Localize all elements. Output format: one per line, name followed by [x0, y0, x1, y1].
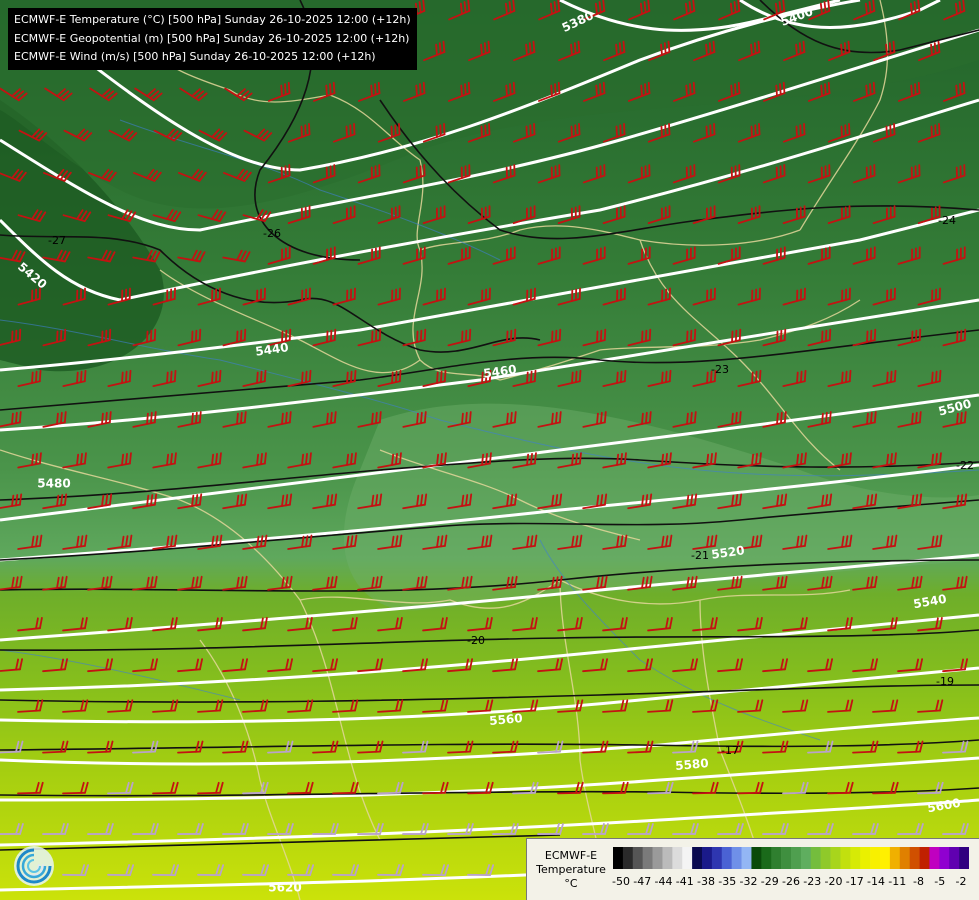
legend-color-swatch — [761, 847, 772, 869]
title-temperature: ECMWF-E Temperature (°C) [500 hPa] Sunda… — [14, 13, 411, 26]
temperature-legend: ECMWF-E Temperature °C -50 -47 -44 -41 -38 -3… — [526, 838, 979, 900]
legend-color-swatch — [820, 847, 831, 869]
isotherm-label: -21 — [691, 549, 709, 562]
ecmwf-swirl-logo-icon — [14, 846, 54, 886]
legend-color-swatch — [721, 847, 732, 869]
title-wind: ECMWF-E Wind (m/s) [500 hPa] Sunday 26-1… — [14, 50, 376, 63]
legend-color-swatch — [870, 847, 881, 869]
legend-tick-label: -41 — [675, 875, 694, 888]
geopotential-label: 5560 — [489, 711, 523, 728]
legend-color-swatch — [692, 847, 703, 869]
legend-tick-label: -11 — [888, 875, 907, 888]
legend-color-swatch — [711, 847, 723, 869]
legend-tick-label: -23 — [803, 875, 822, 888]
legend-tick-label: -29 — [760, 875, 779, 888]
legend-color-swatch — [741, 847, 752, 869]
legend-color-swatch — [880, 847, 891, 869]
legend-color-swatch — [830, 847, 841, 869]
legend-color-swatch — [840, 847, 851, 869]
legend-color-swatch — [662, 847, 673, 869]
legend-tick-label: -8 — [913, 875, 924, 888]
weather-map: 5380 5400 5420 5440 5460 5480 5500 5520 5540 5560… — [0, 0, 979, 900]
legend-tick-label: -14 — [867, 875, 885, 888]
geopotential-label: 5480 — [37, 477, 70, 491]
legend-color-swatch — [781, 847, 792, 869]
legend-color-swatch — [899, 847, 910, 869]
legend-color-swatch — [632, 847, 643, 869]
legend-color-swatch — [672, 847, 683, 869]
legend-tick-label: -47 — [633, 875, 652, 888]
legend-color-swatch — [889, 847, 901, 869]
legend-color-swatch — [810, 847, 821, 869]
legend-tick-label: -26 — [782, 875, 800, 888]
legend-tick-label: -20 — [824, 875, 843, 888]
legend-tick-label: -17 — [845, 875, 864, 888]
legend-tick-label: -38 — [697, 875, 715, 888]
legend-color-swatch — [622, 847, 634, 869]
legend-color-swatch — [731, 847, 742, 869]
legend-color-swatch — [682, 847, 693, 869]
legend-color-swatch — [613, 847, 624, 869]
legend-tick-labels: -50 -47 -44 -41 -38 -35 -32 -29 -26 -23 -20 -17 -14-… — [612, 875, 973, 889]
legend-color-swatch — [652, 847, 663, 869]
legend-tick-label: -32 — [739, 875, 758, 888]
isotherm-label: -24 — [938, 214, 956, 227]
legend-color-swatch — [959, 847, 969, 869]
legend-color-swatch — [702, 847, 713, 869]
legend-title-model: ECMWF-E — [544, 849, 598, 862]
legend-tick-label: -50 — [612, 875, 630, 888]
legend-title: ECMWF-E Temperature °C — [531, 849, 611, 891]
map-canvas: 5380 540054205440546054805500552055405560… — [0, 0, 979, 900]
legend-tick-label: -5 — [934, 875, 946, 888]
isotherm-label: -22 — [956, 459, 974, 472]
legend-color-swatch — [949, 847, 960, 869]
legend-tick-label: -35 — [718, 875, 737, 888]
isotherm-label: -19 — [936, 675, 954, 688]
legend-tick-label: -44 — [654, 875, 673, 888]
isotherm-label: -17 — [721, 744, 739, 757]
isotherm-label: -26 — [263, 227, 281, 240]
map-title-box: ECMWF-E Temperature (°C) [500 hPa] Sunda… — [8, 8, 417, 70]
legend-color-swatch — [800, 847, 812, 869]
legend-title-unit: °C — [564, 877, 578, 890]
legend-color-swatch — [860, 847, 871, 869]
legend-tick-label: -2 — [955, 875, 967, 888]
legend-color-swatch — [771, 847, 782, 869]
geopotential-label: 5580 — [675, 756, 709, 773]
title-geopotential: ECMWF-E Geopotential (m) [500 hPa] Sunda… — [14, 31, 410, 45]
isotherm-label: -27 — [48, 234, 66, 247]
legend-color-swatch — [791, 847, 802, 869]
legend-color-swatch — [850, 847, 861, 869]
geopotential-label: 5620 — [268, 881, 301, 895]
legend-color-swatch — [929, 847, 940, 869]
isotherm-label: -23 — [711, 363, 729, 376]
isotherm-label: -20 — [467, 634, 485, 647]
legend-title-variable: Temperature — [536, 863, 606, 876]
legend-color-swatch — [751, 847, 762, 869]
legend-color-swatch — [642, 847, 653, 869]
legend-color-swatch — [919, 847, 930, 869]
legend-color-bar — [613, 847, 969, 869]
legend-color-swatch — [909, 847, 920, 869]
legend-color-swatch — [939, 847, 950, 869]
